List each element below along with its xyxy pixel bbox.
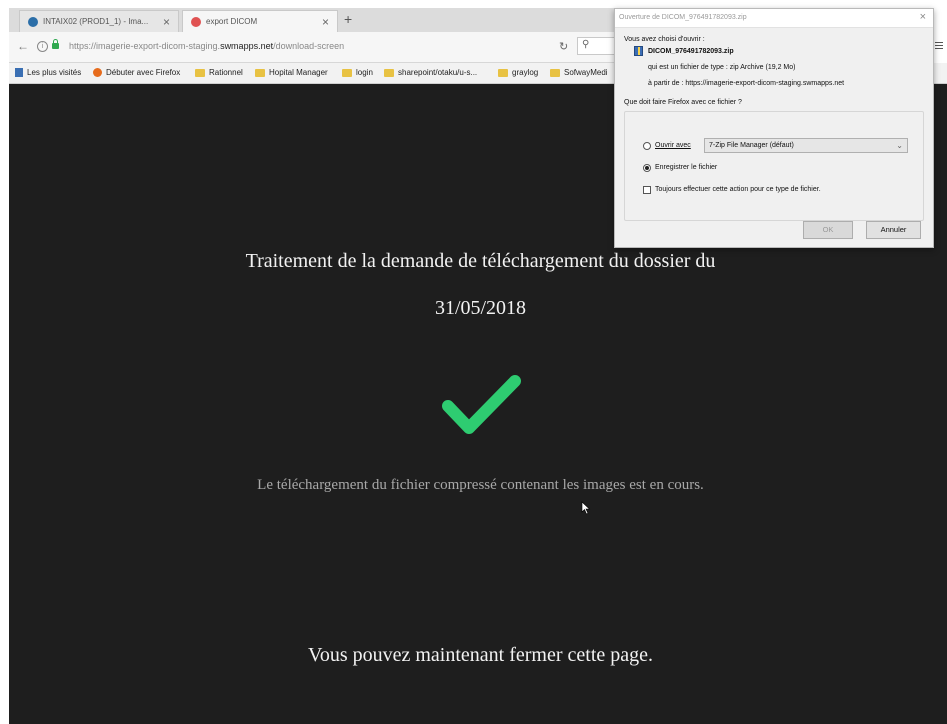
dialog-title-bar: Ouverture de DICOM_976491782093.zip ×	[615, 9, 933, 28]
file-type-line: qui est un fichier de type : zip Archive…	[648, 64, 796, 71]
save-file-label[interactable]: Enregistrer le fichier	[655, 164, 717, 171]
bookmark-item[interactable]: SofwayMedi	[550, 68, 608, 77]
chevron-down-icon: ⌄	[896, 141, 903, 150]
bookmark-item[interactable]: sharepoint/otaku/u-s...	[384, 68, 477, 77]
tab-export-dicom[interactable]: export DICOM ×	[182, 10, 338, 32]
open-with-label[interactable]: Ouvrir avec	[655, 142, 691, 149]
lock-icon[interactable]	[52, 39, 59, 49]
tab-intaix02[interactable]: INTAIX02 (PROD1_1) - Ima... ×	[19, 10, 179, 32]
bookmark-label: sharepoint/otaku/u-s...	[398, 68, 478, 77]
checkmark-icon	[442, 375, 521, 434]
download-status: Le téléchargement du fichier compressé c…	[257, 477, 704, 493]
site-favicon-icon	[28, 16, 38, 27]
bookmark-item[interactable]: Les plus visités	[15, 68, 81, 77]
search-icon: ⚲	[582, 39, 590, 50]
bookmark-label: login	[356, 68, 373, 77]
doc-icon	[15, 68, 23, 77]
dialog-close-icon[interactable]: ×	[920, 11, 926, 23]
request-date: 31/05/2018	[434, 297, 527, 319]
tab-bar: INTAIX02 (PROD1_1) - Ima... × export DIC…	[9, 8, 615, 32]
bookmark-label: Les plus visités	[27, 68, 82, 77]
url-bar[interactable]: https://imagerie-export-dicom-staging.sw…	[69, 41, 344, 51]
dialog-title: Ouverture de DICOM_976491782093.zip	[619, 14, 747, 21]
folder-icon	[498, 68, 508, 77]
cancel-button[interactable]: Annuler	[866, 221, 921, 239]
folder-icon	[550, 68, 560, 77]
folder-icon	[342, 68, 352, 77]
folder-icon	[384, 68, 394, 77]
open-with-radio[interactable]	[643, 142, 651, 150]
bookmark-label: SofwayMedi	[564, 68, 608, 77]
tab-title: INTAIX02 (PROD1_1) - Ima...	[43, 17, 149, 26]
ok-button[interactable]: OK	[803, 221, 853, 239]
menu-icon[interactable]	[935, 42, 943, 51]
close-page-message: Vous pouvez maintenant fermer cette page…	[307, 644, 654, 666]
bookmark-label: Débuter avec Firefox	[106, 68, 181, 77]
page-heading: Traitement de la demande de téléchargeme…	[245, 250, 716, 272]
download-dialog: Ouverture de DICOM_976491782093.zip × Vo…	[614, 8, 934, 248]
new-tab-button[interactable]: +	[344, 11, 352, 27]
source-line: à partir de : https://imagerie-export-di…	[648, 80, 845, 87]
action-question: Que doit faire Firefox avec ce fichier ?	[624, 99, 742, 106]
info-icon[interactable]: i	[37, 41, 48, 52]
always-do-checkbox[interactable]	[643, 186, 651, 194]
always-do-label[interactable]: Toujours effectuer cette action pour ce …	[655, 186, 821, 193]
dialog-body: Vous avez choisi d'ouvrir : DICOM_976491…	[615, 28, 933, 247]
bookmark-item[interactable]: Rationnel	[195, 68, 243, 77]
checkmark-stroke	[442, 375, 521, 434]
reload-icon[interactable]: ↻	[559, 40, 568, 53]
bookmark-item[interactable]: graylog	[498, 68, 538, 77]
file-name: DICOM_976491782093.zip	[648, 48, 734, 55]
open-with-app-value: 7-Zip File Manager (défaut)	[709, 142, 794, 149]
bookmark-label: Hopital Manager	[269, 68, 328, 77]
navigation-bar: ← i https://imagerie-export-dicom-stagin…	[9, 32, 617, 63]
bookmark-item[interactable]: Débuter avec Firefox	[93, 68, 180, 77]
save-file-radio[interactable]	[643, 164, 651, 172]
site-favicon-icon	[191, 16, 201, 27]
url-path: /download-screen	[273, 41, 345, 51]
firefox-icon	[93, 68, 102, 77]
zip-file-icon	[634, 46, 643, 56]
tab-close-icon[interactable]: ×	[163, 15, 170, 29]
mouse-cursor-icon	[581, 501, 591, 515]
chosen-label: Vous avez choisi d'ouvrir :	[624, 36, 705, 43]
bookmark-item[interactable]: Hopital Manager	[255, 68, 328, 77]
back-arrow-icon[interactable]: ←	[17, 39, 29, 53]
search-input[interactable]: ⚲	[577, 37, 617, 55]
url-prefix: https://imagerie-export-dicom-staging.	[69, 41, 221, 51]
url-domain: swmapps.net	[220, 41, 274, 51]
open-with-app-select[interactable]: 7-Zip File Manager (défaut) ⌄	[704, 138, 908, 153]
folder-icon	[255, 68, 265, 77]
bookmark-label: graylog	[512, 68, 539, 77]
tab-close-icon[interactable]: ×	[322, 15, 329, 29]
bookmark-label: Rationnel	[209, 68, 243, 77]
bookmark-item[interactable]: login	[342, 68, 373, 77]
folder-icon	[195, 68, 205, 77]
tab-title: export DICOM	[206, 17, 258, 26]
